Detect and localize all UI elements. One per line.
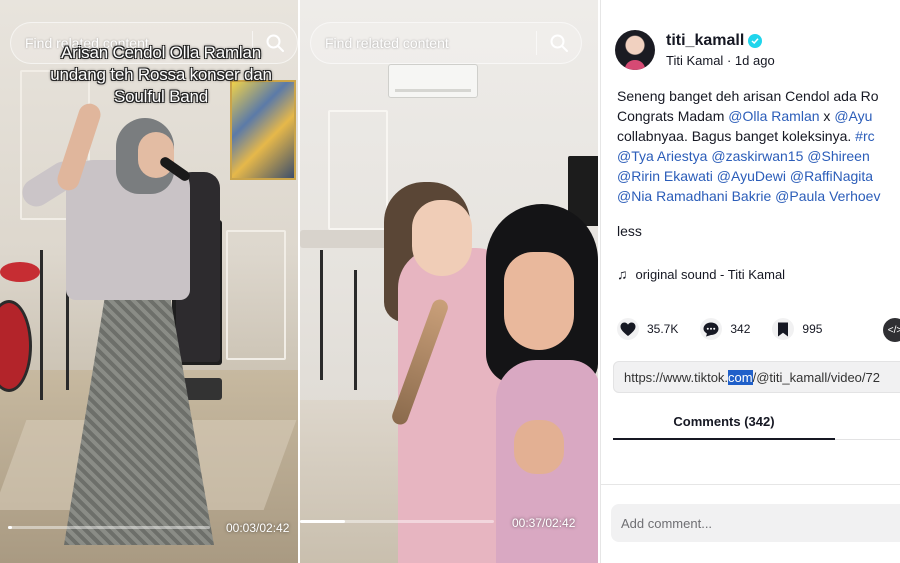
video-progress-bar[interactable] [300, 520, 494, 523]
music-stand [320, 250, 323, 380]
guest-hand [514, 420, 564, 474]
video-player-middle[interactable]: Find related content 00:37/02:42 [300, 0, 598, 563]
person-arm-background [300, 230, 390, 248]
description-line: collabnyaa. Bagus banget koleksinya. #rc [617, 126, 900, 146]
post-time: 1d ago [734, 53, 775, 68]
guest-face [504, 252, 574, 350]
post-details-panel: titi_kamall Titi Kamal · 1d ago Seneng b… [600, 0, 900, 563]
tab-underline-track [835, 439, 900, 440]
save-count: 995 [802, 322, 823, 336]
author-subline: Titi Kamal · 1d ago [666, 53, 775, 68]
singer-face [412, 200, 472, 276]
mention-link[interactable]: @Ayu [834, 108, 872, 124]
music-stand [40, 250, 43, 400]
action-bar: 35.7K 342 995 [617, 318, 844, 340]
mention-links[interactable]: @Nia Ramadhani Bakrie @Paula Verhoev [617, 186, 900, 206]
like-button[interactable]: 35.7K [617, 318, 678, 340]
comment-button[interactable]: 342 [700, 318, 750, 340]
music-note-icon: ♫ [617, 266, 628, 282]
url-selected-text: com [728, 369, 753, 385]
description-line: Congrats Madam @Olla Ramlan x @Ayu [617, 106, 900, 126]
divider [601, 484, 900, 485]
username[interactable]: titi_kamall [666, 32, 744, 50]
mention-link[interactable]: @Olla Ramlan [728, 108, 819, 124]
mention-links[interactable]: @Ririn Ekawati @AyuDewi @RaffiNagita [617, 166, 900, 186]
verified-icon [748, 34, 763, 48]
description-text: collabnyaa. Bagus banget koleksinya. [617, 128, 856, 144]
wall-molding [226, 230, 286, 360]
video-player-left[interactable]: Find related content Arisan Cendol Olla … [0, 0, 298, 563]
mention-links[interactable]: @Tya Ariestya @zaskirwan15 @Shireen [617, 146, 900, 166]
video-timecode: 00:37/02:42 [512, 516, 576, 530]
display-name: Titi Kamal [666, 53, 724, 68]
url-text: /@titi_kamall/video/72 [752, 369, 880, 385]
video-url-field[interactable]: https://www.tiktok. com/@titi_kamall/vide… [613, 361, 900, 393]
author-meta: titi_kamall Titi Kamal · 1d ago [666, 32, 775, 68]
video-progress-fill [8, 526, 13, 529]
tab-comments[interactable]: Comments (342) [613, 408, 835, 440]
search-button[interactable] [537, 22, 581, 64]
video-progress-bar[interactable] [8, 526, 210, 529]
wall-molding [328, 110, 388, 230]
comment-count: 342 [730, 322, 751, 336]
username-line: titi_kamall [666, 32, 775, 50]
video-caption-overlay: Arisan Cendol Olla Ramlan undang teh Ros… [26, 42, 296, 108]
description-text: x [819, 108, 835, 124]
air-conditioner [388, 64, 478, 98]
video-frame-middle [300, 0, 598, 563]
description-text: Congrats Madam [617, 108, 729, 124]
comment-icon[interactable] [700, 318, 723, 340]
sound-link[interactable]: ♫ original sound - Titi Kamal [617, 266, 785, 282]
drum [0, 262, 40, 282]
hashtag-link[interactable]: #rc [855, 128, 874, 144]
pedalboard [182, 378, 222, 400]
post-description: Seneng banget deh arisan Cendol ada Ro C… [617, 86, 900, 206]
description-line: Seneng banget deh arisan Cendol ada Ro [617, 88, 879, 104]
find-related-search[interactable]: Find related content [310, 22, 582, 64]
show-less-button[interactable]: less [617, 223, 642, 239]
search-placeholder[interactable]: Find related content [311, 35, 536, 51]
bookmark-icon[interactable] [772, 318, 795, 340]
music-stand [354, 270, 357, 390]
caption-line: Arisan Cendol Olla Ramlan [60, 43, 262, 62]
meta-separator: · [726, 53, 732, 68]
caption-line: undang teh Rossa konser dan [50, 65, 272, 84]
video-progress-fill [300, 520, 345, 523]
avatar[interactable] [615, 30, 655, 70]
save-button[interactable]: 995 [772, 318, 822, 340]
embed-icon[interactable]: </> [883, 318, 900, 342]
like-count: 35.7K [647, 322, 679, 336]
add-comment-input[interactable]: Add comment... [611, 504, 900, 542]
url-text: https://www.tiktok. [624, 369, 729, 385]
video-timecode: 00:03/02:42 [226, 521, 290, 535]
sound-name[interactable]: original sound - Titi Kamal [636, 267, 786, 282]
caption-line: Soulful Band [113, 87, 208, 106]
search-icon [550, 34, 568, 52]
heart-icon[interactable] [617, 318, 639, 340]
author-row[interactable]: titi_kamall Titi Kamal · 1d ago [615, 30, 775, 70]
